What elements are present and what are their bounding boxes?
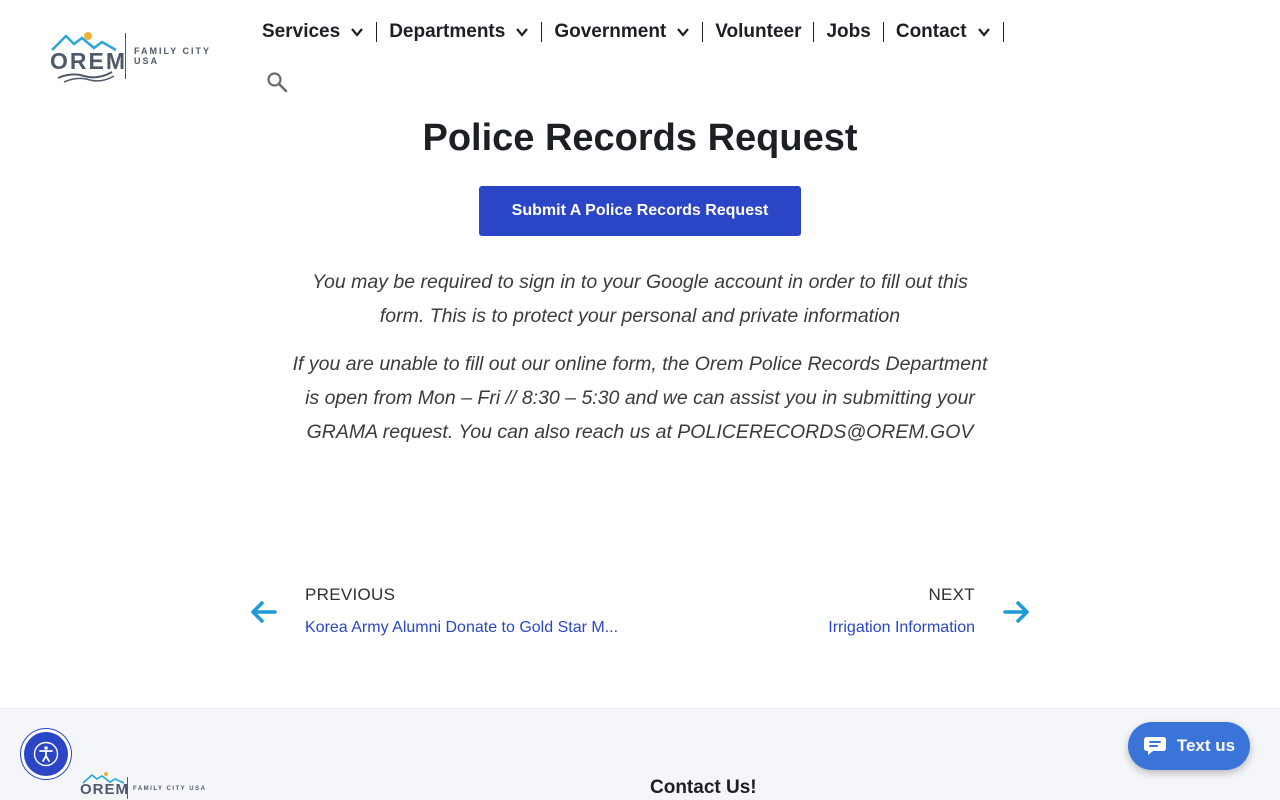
chat-bubble-icon (1143, 737, 1166, 755)
chevron-down-icon (977, 28, 990, 37)
submit-records-request-button[interactable]: Submit A Police Records Request (479, 186, 801, 236)
next-label: NEXT (928, 585, 975, 604)
footer-logo-tagline: FAMILY CITY USA (133, 786, 207, 792)
logo-mark: OREM (50, 28, 125, 84)
google-signin-notice: You may be required to sign in to your G… (312, 271, 968, 327)
arrow-right-icon[interactable] (1003, 598, 1031, 626)
search-icon[interactable] (266, 71, 288, 93)
nav-services[interactable]: Services (250, 18, 376, 46)
text-us-button[interactable]: Text us (1128, 722, 1250, 770)
main-nav: Services Departments Government Voluntee… (250, 18, 1004, 46)
footer-contact-heading: Contact Us! (650, 777, 757, 798)
previous-label: PREVIOUS (305, 585, 396, 604)
nav-contact[interactable]: Contact (884, 18, 1003, 46)
nav-label: Departments (389, 21, 506, 42)
arrow-left-icon[interactable] (249, 598, 277, 626)
site-logo[interactable]: OREM FAMILY CITY USA (50, 28, 240, 84)
nav-label: Services (262, 21, 341, 42)
next-post-link[interactable]: Irrigation Information (828, 619, 975, 637)
accessibility-icon (33, 741, 59, 767)
logo-tagline: FAMILY CITY USA (134, 46, 211, 66)
nav-label: Contact (895, 21, 967, 42)
nav-label: Government (554, 21, 667, 42)
footer-logo-word: OREM (80, 781, 129, 798)
chevron-down-icon (516, 28, 529, 37)
office-hours-notice: If you are unable to fill out our online… (292, 353, 988, 443)
nav-divider (1002, 22, 1004, 42)
previous-post-link[interactable]: Korea Army Alumni Donate to Gold Star M.… (305, 619, 618, 637)
nav-label: Jobs (826, 21, 871, 42)
accessibility-button[interactable] (24, 732, 68, 776)
chevron-down-icon (677, 28, 690, 37)
logo-word: OREM (50, 48, 127, 74)
footer-logo[interactable]: OREM FAMILY CITY USA (80, 771, 210, 800)
nav-label: Volunteer (715, 21, 802, 42)
nav-departments[interactable]: Departments (377, 18, 541, 46)
nav-jobs[interactable]: Jobs (814, 18, 882, 46)
footer-logo-divider (127, 777, 128, 799)
nav-government[interactable]: Government (542, 18, 702, 46)
page-title: Police Records Request (422, 117, 858, 159)
text-us-label: Text us (1176, 736, 1236, 755)
chevron-down-icon (351, 28, 364, 37)
site-footer: OREM FAMILY CITY USA Contact Us! (0, 708, 1280, 800)
nav-volunteer[interactable]: Volunteer (703, 18, 813, 46)
